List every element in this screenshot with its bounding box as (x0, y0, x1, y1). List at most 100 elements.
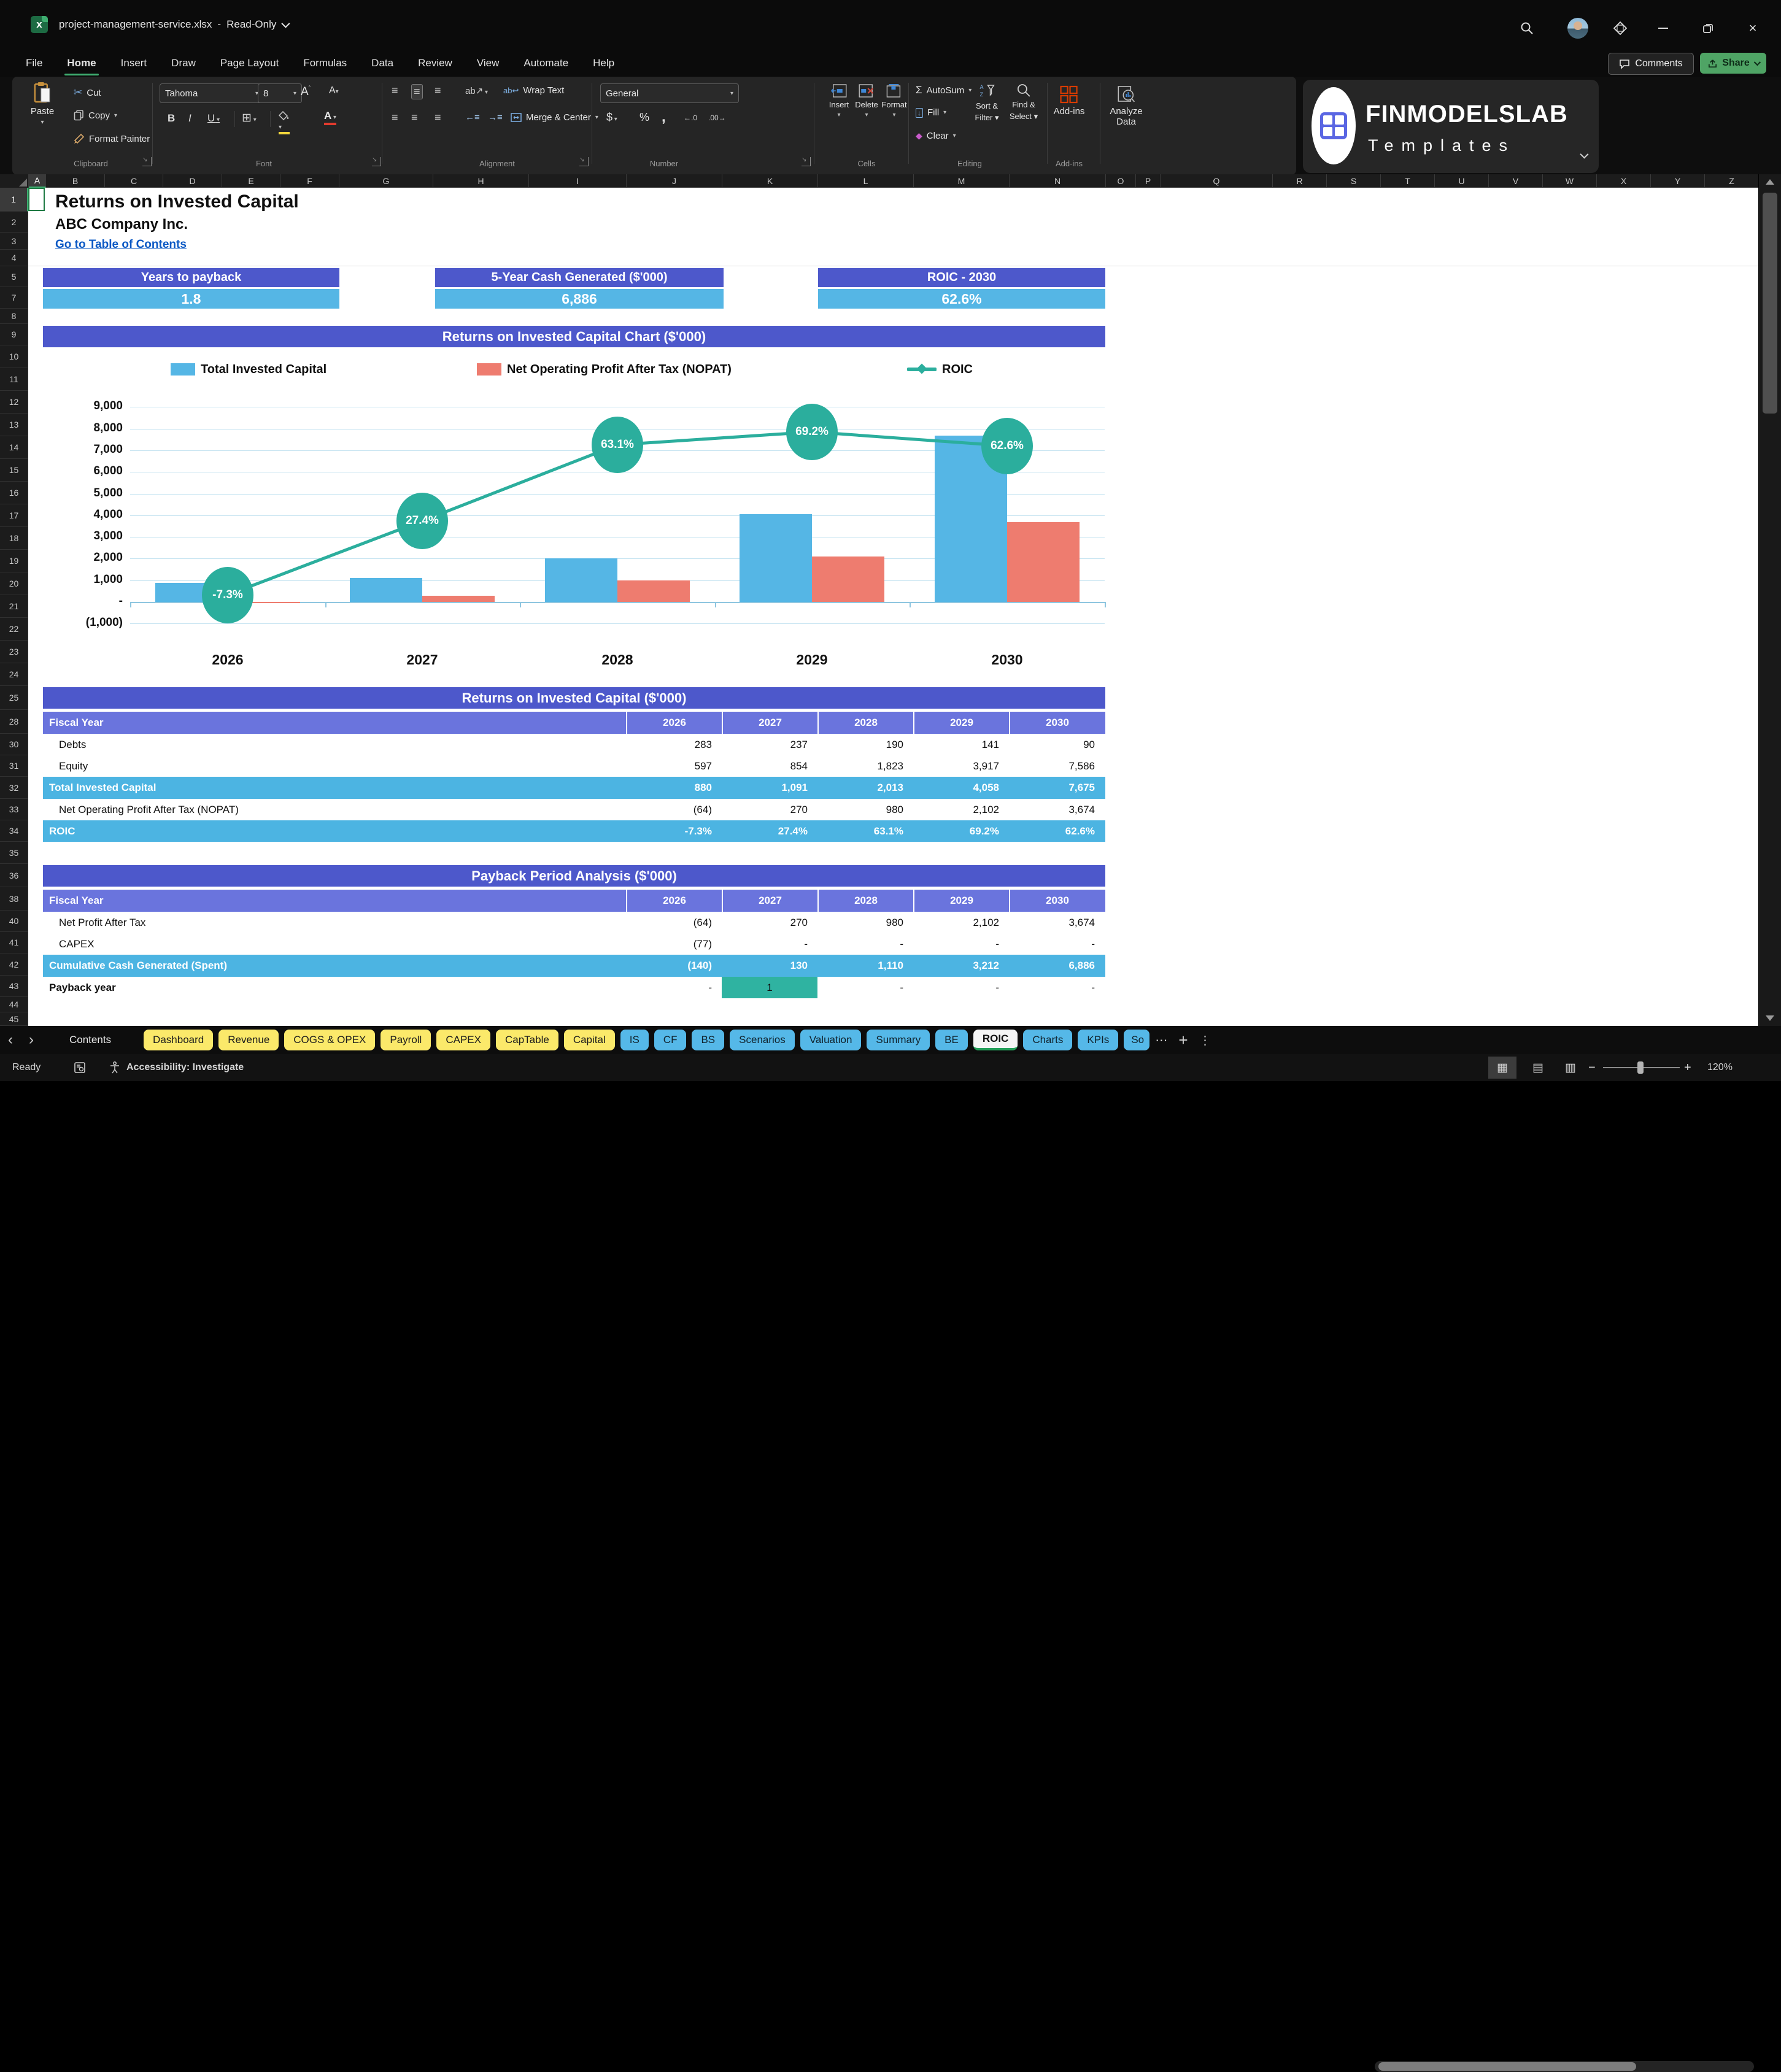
number-dialog-launcher[interactable]: ↘ (802, 157, 811, 166)
sheet-tab-is[interactable]: IS (620, 1030, 649, 1050)
sheet-tab-revenue[interactable]: Revenue (218, 1030, 279, 1050)
sheet-tab-be[interactable]: BE (935, 1030, 968, 1050)
column-header-V[interactable]: V (1489, 174, 1543, 188)
column-header-K[interactable]: K (722, 174, 818, 188)
format-cells-button[interactable]: Format ▾ (881, 84, 907, 118)
macro-record-icon[interactable] (74, 1054, 86, 1081)
cut-button[interactable]: ✂ Cut (74, 87, 101, 99)
sheet-tab-dashboard[interactable]: Dashboard (144, 1030, 214, 1050)
font-dialog-launcher[interactable]: ↘ (372, 157, 381, 166)
row-header-10[interactable]: 10 (0, 345, 28, 368)
column-header-G[interactable]: G (339, 174, 433, 188)
row-header-44[interactable]: 44 (0, 997, 28, 1012)
top-align-button[interactable]: ≡ (392, 84, 398, 97)
accessibility-status[interactable]: Accessibility: Investigate (109, 1054, 244, 1081)
analyze-data-button[interactable]: Analyze Data (1110, 85, 1143, 127)
fill-button[interactable]: ↓ Fill ▾ (916, 107, 946, 118)
column-header-Q[interactable]: Q (1161, 174, 1273, 188)
sheet-tab-kpis[interactable]: KPIs (1078, 1030, 1119, 1050)
ribbon-tab-automate[interactable]: Automate (522, 53, 570, 73)
horizontal-scroll-thumb[interactable] (1378, 2062, 1636, 2071)
column-header-H[interactable]: H (433, 174, 529, 188)
row-header-4[interactable]: 4 (0, 250, 28, 266)
row-header-18[interactable]: 18 (0, 527, 28, 550)
decrease-decimal-button[interactable]: .00→ (708, 114, 726, 122)
sheet-tab-capital[interactable]: Capital (563, 1030, 615, 1050)
font-color-button[interactable]: A ▾ (324, 110, 337, 125)
sheet-tab-scenarios[interactable]: Scenarios (730, 1030, 795, 1050)
premium-diamond-icon[interactable] (1609, 17, 1631, 39)
column-header-U[interactable]: U (1435, 174, 1489, 188)
column-header-I[interactable]: I (529, 174, 627, 188)
align-left-button[interactable]: ≡ (392, 111, 398, 124)
percent-style-button[interactable]: % (639, 111, 649, 124)
merge-center-button[interactable]: Merge & Center ▾ (511, 112, 598, 123)
ribbon-tab-help[interactable]: Help (592, 53, 616, 73)
column-header-D[interactable]: D (163, 174, 222, 188)
row-header-30[interactable]: 30 (0, 734, 28, 755)
orientation-button[interactable]: ab↗ ▾ (465, 85, 488, 96)
sheet-menu-button[interactable]: ⋮ (1199, 1033, 1211, 1048)
scroll-down-icon[interactable] (1766, 1015, 1774, 1021)
column-header-S[interactable]: S (1327, 174, 1381, 188)
zoom-in-button[interactable]: + (1684, 1054, 1691, 1081)
row-header-14[interactable]: 14 (0, 436, 28, 459)
ribbon-tab-file[interactable]: File (25, 53, 44, 73)
row-header-43[interactable]: 43 (0, 976, 28, 997)
readonly-badge[interactable]: Read-Only (226, 18, 276, 31)
column-header-X[interactable]: X (1597, 174, 1651, 188)
chevron-down-icon[interactable] (281, 19, 290, 28)
column-header-Z[interactable]: Z (1705, 174, 1759, 188)
row-header-36[interactable]: 36 (0, 864, 28, 887)
row-header-40[interactable]: 40 (0, 911, 28, 932)
row-header-20[interactable]: 20 (0, 572, 28, 595)
clear-button[interactable]: ◆ Clear ▾ (916, 131, 956, 141)
row-header-2[interactable]: 2 (0, 212, 28, 233)
zoom-slider-thumb[interactable] (1637, 1061, 1644, 1074)
share-button[interactable]: Share (1700, 53, 1766, 74)
row-header-45[interactable]: 45 (0, 1012, 28, 1026)
row-header-23[interactable]: 23 (0, 641, 28, 663)
page-layout-view-button[interactable]: ▤ (1524, 1057, 1552, 1079)
row-header-5[interactable]: 5 (0, 266, 28, 287)
sheet-tab-cogs-opex[interactable]: COGS & OPEX (284, 1030, 376, 1050)
shrink-font-button[interactable]: A▾ (329, 85, 339, 96)
ribbon-tab-formulas[interactable]: Formulas (302, 53, 348, 73)
row-header-9[interactable]: 9 (0, 324, 28, 345)
scroll-up-icon[interactable] (1766, 179, 1774, 185)
row-header-42[interactable]: 42 (0, 953, 28, 976)
row-header-15[interactable]: 15 (0, 459, 28, 482)
decrease-indent-button[interactable]: ←≡ (465, 112, 480, 123)
ribbon-tab-data[interactable]: Data (370, 53, 395, 73)
column-header-T[interactable]: T (1381, 174, 1435, 188)
row-header-12[interactable]: 12 (0, 391, 28, 414)
accounting-format-button[interactable]: $ ▾ (606, 111, 617, 124)
insert-cells-button[interactable]: Insert ▾ (829, 84, 849, 118)
row-header-13[interactable]: 13 (0, 414, 28, 436)
autosum-button[interactable]: Σ AutoSum ▾ (916, 84, 972, 96)
row-header-1[interactable]: 1 (0, 188, 28, 212)
row-header-28[interactable]: 28 (0, 710, 28, 734)
alignment-dialog-launcher[interactable]: ↘ (579, 157, 589, 166)
sheet-tab-captable[interactable]: CapTable (495, 1030, 558, 1050)
row-header-31[interactable]: 31 (0, 755, 28, 777)
align-right-button[interactable]: ≡ (435, 111, 441, 124)
column-header-B[interactable]: B (46, 174, 105, 188)
addins-button[interactable]: Add-ins (1054, 85, 1084, 117)
row-header-3[interactable]: 3 (0, 233, 28, 250)
avatar[interactable] (1567, 18, 1588, 39)
collapse-ribbon-chevron-icon[interactable] (1580, 150, 1589, 159)
column-header-M[interactable]: M (914, 174, 1010, 188)
underline-button[interactable]: U ▾ (207, 112, 220, 125)
paste-button[interactable]: Paste ▾ (31, 82, 54, 126)
sort-filter-button[interactable]: AZ Sort & Filter ▾ (975, 83, 999, 123)
row-header-21[interactable]: 21 (0, 595, 28, 618)
row-header-8[interactable]: 8 (0, 309, 28, 324)
column-header-O[interactable]: O (1106, 174, 1136, 188)
number-format-select[interactable]: General ▾ (600, 83, 739, 103)
search-icon[interactable] (1516, 17, 1538, 39)
sheet-tab-charts[interactable]: Charts (1023, 1030, 1073, 1050)
row-header-35[interactable]: 35 (0, 842, 28, 864)
font-family-select[interactable]: Tahoma ▾ (160, 83, 264, 103)
middle-align-button[interactable]: ≡ (411, 84, 423, 99)
